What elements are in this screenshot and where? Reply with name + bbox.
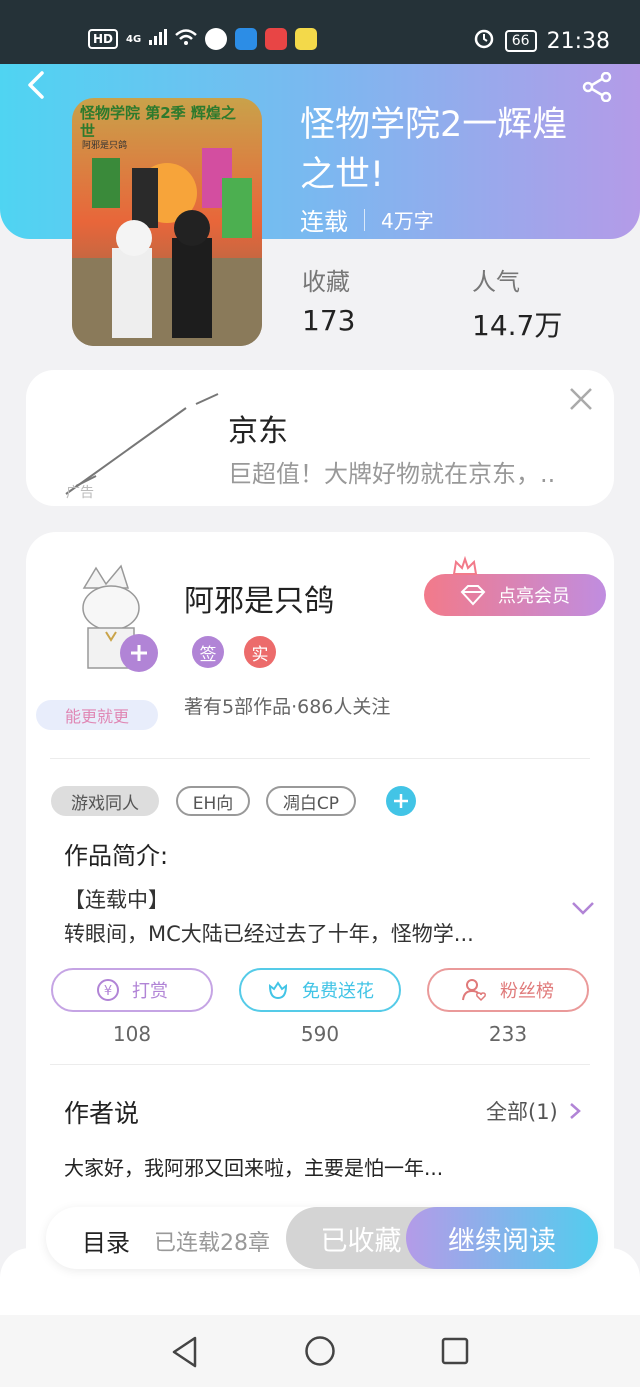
tip-count: 108	[112, 1022, 152, 1046]
chevron-down-icon	[572, 902, 594, 915]
vip-button-label: 点亮会员	[498, 586, 570, 607]
book-status-row: 连载 4万字	[300, 202, 434, 237]
status-bar: HD 4G 66 21:38	[0, 0, 640, 64]
clock: 21:38	[546, 28, 610, 54]
tip-label: 打赏	[132, 981, 168, 1002]
network-label: 4G	[126, 33, 142, 45]
intro-line1: 【连载中】	[64, 888, 169, 912]
close-icon	[570, 388, 592, 410]
serial-status: 连载	[300, 208, 348, 236]
crown-icon	[452, 556, 478, 575]
favorites-label: 收藏	[302, 268, 350, 296]
verified-badge: 实	[244, 636, 276, 668]
all-link-label: 全部(1)	[486, 1100, 558, 1124]
tip-button[interactable]: ¥ 打赏	[51, 968, 213, 1012]
signed-badge: 签	[192, 636, 224, 668]
tag-label: 凋白CP	[282, 793, 340, 814]
diamond-icon	[460, 585, 486, 606]
author-name[interactable]: 阿邪是只鸽	[184, 576, 334, 620]
ad-subtitle: 巨超值！大牌好物就在京东，..	[228, 460, 556, 488]
divider	[364, 208, 365, 231]
coin-icon: ¥	[97, 979, 119, 1001]
book-cover[interactable]: 怪物学院 第2季 辉煌之世 阿邪是只鸽	[72, 98, 262, 346]
ad-title: 京东	[228, 414, 288, 449]
intro-heading: 作品简介:	[64, 842, 169, 870]
send-flower-label: 免费送花	[302, 981, 374, 1002]
sticker-text: 能更就更	[64, 707, 129, 726]
signed-badge-text: 签	[199, 644, 217, 665]
tag-label: 游戏同人	[71, 793, 139, 814]
collected-label: 已收藏	[320, 1225, 402, 1257]
ad-card[interactable]: 广告 京东 巨超值！大牌好物就在京东，..	[26, 370, 614, 506]
share-button[interactable]	[582, 71, 614, 103]
app-icon-4	[295, 28, 318, 50]
nav-home-button[interactable]	[304, 1335, 336, 1367]
flower-icon	[268, 981, 288, 1000]
fan-ranking-button[interactable]: 粉丝榜	[427, 968, 589, 1012]
plus-icon	[394, 794, 408, 808]
square-recents-icon	[441, 1337, 469, 1365]
triangle-back-icon	[172, 1336, 197, 1368]
author-says-all-link[interactable]: 全部(1)	[486, 1096, 582, 1126]
status-icons-left: HD 4G	[88, 28, 318, 50]
fan-count: 233	[488, 1022, 528, 1046]
vip-button[interactable]: 点亮会员	[424, 574, 606, 616]
tag-cp[interactable]: 凋白CP	[266, 786, 356, 816]
fan-ranking-label: 粉丝榜	[500, 981, 554, 1002]
share-icon	[582, 71, 612, 103]
book-detail-card: 能更就更 阿邪是只鸽 签 实 著有5部作品·686人关注 点亮会员 游戏同人 E…	[26, 532, 614, 1292]
book-title: 怪物学院2一辉煌之世!	[300, 105, 568, 195]
intro-line2[interactable]: 转眼间，MC大陆已经过去了十年，怪物学...	[64, 918, 534, 948]
ad-close-button[interactable]	[568, 386, 594, 412]
tag-eh[interactable]: EH向	[176, 786, 250, 816]
app-icon-3	[265, 28, 288, 50]
author-says-text[interactable]: 大家好，我阿邪又回来啦，主要是怕一年...	[64, 1152, 443, 1181]
cover-author: 阿邪是只鸽	[82, 141, 128, 151]
back-button[interactable]	[22, 70, 52, 100]
divider	[50, 1064, 590, 1065]
hd-badge: HD	[88, 29, 119, 49]
continue-reading-button[interactable]: 继续阅读	[406, 1207, 598, 1269]
app-icon-2	[235, 28, 258, 50]
verified-badge-text: 实	[251, 644, 269, 665]
add-tag-button[interactable]	[386, 786, 416, 816]
divider	[50, 758, 590, 759]
app-icon-1	[205, 28, 228, 50]
ad-label: 广告	[66, 485, 94, 501]
plus-icon	[131, 645, 147, 661]
flower-count: 590	[300, 1022, 340, 1046]
chapter-count: 已连载28章	[154, 1231, 270, 1256]
popularity-value: 14.7万	[472, 309, 563, 342]
wifi-icon	[175, 29, 198, 49]
bottom-action-bar: 目录 已连载28章 已收藏 继续阅读	[46, 1207, 598, 1269]
cover-title: 怪物学院 第2季 辉煌之世	[80, 104, 236, 140]
author-says-heading: 作者说	[64, 1099, 140, 1128]
tag-game-fanfic[interactable]: 游戏同人	[51, 786, 159, 816]
battery-indicator: 66	[504, 30, 537, 52]
favorites-value: 173	[302, 304, 356, 337]
author-stats: 著有5部作品·686人关注	[184, 696, 391, 718]
follow-author-button[interactable]	[120, 634, 158, 672]
svg-text:¥: ¥	[104, 984, 112, 999]
popularity-label: 人气	[472, 268, 520, 296]
send-flower-button[interactable]: 免费送花	[239, 968, 401, 1012]
user-heart-icon	[462, 979, 486, 1002]
continue-reading-label: 继续阅读	[448, 1225, 556, 1257]
back-arrow-icon	[28, 71, 44, 99]
word-count: 4万字	[381, 209, 434, 233]
chevron-right-icon	[569, 1103, 581, 1119]
expand-intro-button[interactable]	[570, 898, 596, 918]
signal-icon	[149, 29, 168, 49]
toc-button[interactable]: 目录	[82, 1223, 130, 1258]
circle-home-icon	[305, 1336, 335, 1366]
alarm-icon	[473, 27, 495, 55]
nav-back-button[interactable]	[170, 1335, 200, 1369]
author-sticker: 能更就更	[36, 700, 158, 730]
nav-recents-button[interactable]	[441, 1337, 469, 1365]
status-icons-right: 66 21:38	[473, 27, 610, 55]
tag-label: EH向	[192, 793, 234, 814]
system-nav-bar	[0, 1315, 640, 1387]
